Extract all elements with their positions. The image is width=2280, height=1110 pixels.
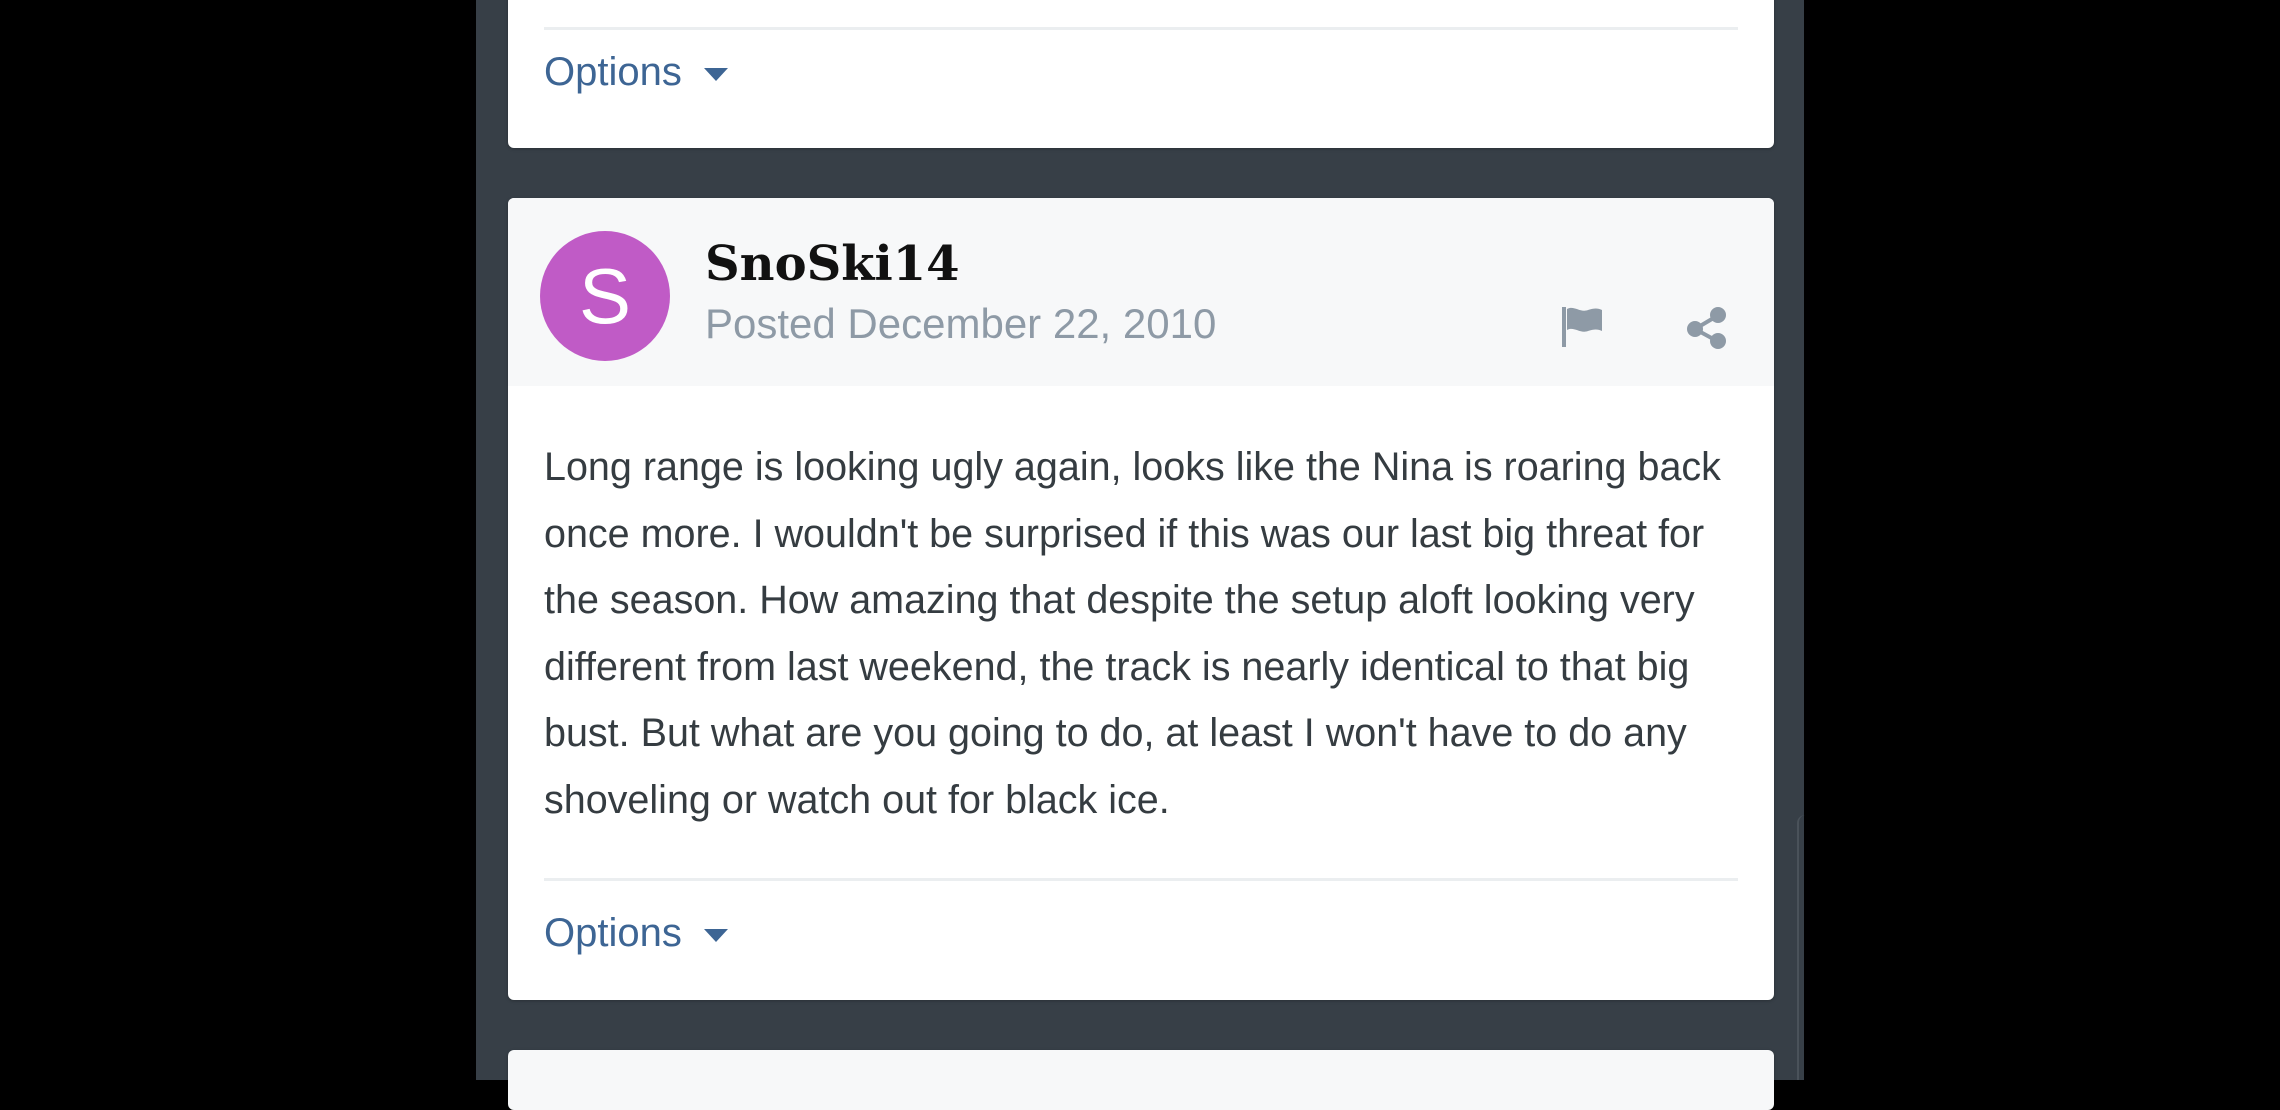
author-name-link[interactable]: SnoSki14	[705, 236, 960, 292]
previous-post-options-button[interactable]: Options	[544, 50, 728, 95]
options-label: Options	[544, 50, 682, 94]
post-header: S SnoSki14 Posted December 22, 2010	[508, 198, 1774, 386]
divider	[544, 27, 1738, 30]
divider	[544, 878, 1738, 881]
options-label: Options	[544, 911, 682, 955]
avatar[interactable]: S	[540, 231, 670, 361]
post-date: Posted December 22, 2010	[705, 300, 1217, 347]
post-card: S SnoSki14 Posted December 22, 2010 Long…	[508, 198, 1774, 1000]
post-options-button[interactable]: Options	[544, 911, 728, 956]
caret-down-icon	[703, 929, 728, 942]
caret-down-icon	[703, 68, 728, 81]
next-post-card	[508, 1050, 1774, 1110]
avatar-letter: S	[578, 251, 632, 340]
share-icon[interactable]	[1683, 303, 1731, 351]
post-body: Long range is looking ugly again, looks …	[544, 445, 1721, 822]
flag-icon[interactable]	[1558, 303, 1606, 351]
previous-post-card: Options	[508, 0, 1774, 148]
scroll-edge[interactable]	[1797, 815, 1805, 1080]
